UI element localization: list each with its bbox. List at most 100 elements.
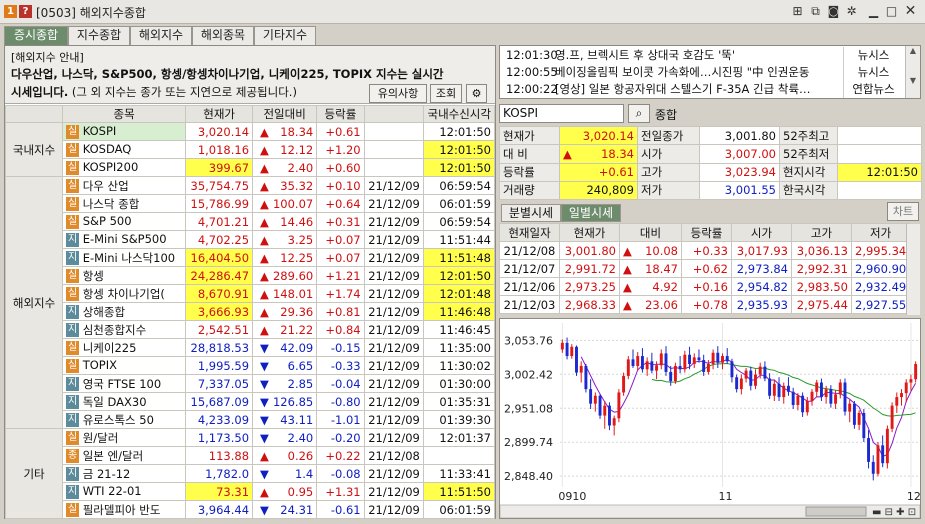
realtime-badge: 지 <box>66 377 80 391</box>
index-change: 29.36 <box>280 304 314 319</box>
index-row[interactable]: 실 니케이225 28,818.53 ▼ 42.09 -0.15 21/12/09 11:3… <box>6 338 495 357</box>
index-date: 21/12/09 <box>363 302 425 321</box>
index-change-cell: ▲ 12.12 <box>252 140 318 159</box>
link-icon[interactable]: ⊞ <box>790 4 805 19</box>
index-name-cell: 지 금 21-12 <box>62 464 187 483</box>
chart-button[interactable]: 차트 <box>887 202 919 221</box>
index-name: 나스닥 종합 <box>82 196 140 211</box>
search-icon[interactable]: ⌕ <box>628 104 650 123</box>
index-row[interactable]: 실 나스닥 종합 15,786.99 ▲ 100.07 +0.64 21/12/09 06:… <box>6 194 495 213</box>
tab-daily-quotes[interactable]: 일별시세 <box>561 204 621 222</box>
candle-body <box>626 359 630 376</box>
maximize-icon[interactable]: □ <box>884 4 899 19</box>
news-headline[interactable]: [영상] 일본 항공자위대 스텔스기 F-35A 긴급 착륙… <box>555 81 838 98</box>
change-arrow-icon: ▼ <box>260 340 269 355</box>
daily-header-rate: 등락률 <box>681 223 732 242</box>
tab-market-overview[interactable]: 증시종합 <box>4 26 68 45</box>
daily-change: 10.08 <box>645 243 678 258</box>
news-item[interactable]: 12:00:55 베이징올림픽 보이콧 가속화에…시진핑 "中 인권운동 뉴시스 <box>500 64 904 81</box>
index-row[interactable]: 지 심천종합지수 2,542.51 ▲ 21.22 +0.84 21/12/09 11:46… <box>6 320 495 339</box>
minimize-icon[interactable]: ▁ <box>866 4 881 19</box>
index-row[interactable]: 실 S&P 500 4,701.21 ▲ 14.46 +0.31 21/12/09 06:5… <box>6 212 495 231</box>
header-rate: 등락률 <box>316 105 365 123</box>
quote-label: 고가 <box>637 162 700 182</box>
index-row[interactable]: 지 상해종합 3,666.93 ▲ 29.36 +0.81 21/12/09 11:46:4… <box>6 302 495 321</box>
daily-row[interactable]: 21/12/06 2,973.25 ▲ 4.92 +0.16 2,954.82 2,983.… <box>499 277 911 296</box>
index-name-cell: 지 영국 FTSE 100 <box>62 374 187 393</box>
index-change-cell: ▼ 2.40 <box>252 428 318 447</box>
change-arrow-icon: ▲ <box>260 250 269 265</box>
index-row[interactable]: 지 영국 FTSE 100 7,337.05 ▼ 2.85 -0.04 21/12/09 0… <box>6 374 495 393</box>
index-notice: [해외지수 안내] 다우산업, 나스닥, S&P500, 항셍/항셍차이나기업,… <box>5 46 495 104</box>
index-row[interactable]: 종 일본 엔/달러 113.88 ▲ 0.26 +0.22 21/12/08 <box>6 446 495 465</box>
candle-body <box>617 392 621 419</box>
close-icon[interactable]: ✕ <box>903 4 918 19</box>
tab-minute-quotes[interactable]: 분별시세 <box>501 204 561 222</box>
index-time <box>423 446 495 465</box>
gear-icon[interactable]: ⚙ <box>466 84 487 103</box>
index-row[interactable]: 지 독일 DAX30 15,687.09 ▼ 126.85 -0.80 21/12/09 0… <box>6 392 495 411</box>
screen-number-badge[interactable]: 1 <box>4 5 17 18</box>
news-item[interactable]: 12:00:22 [영상] 일본 항공자위대 스텔스기 F-35A 긴급 착륙… 연… <box>500 81 904 98</box>
index-change: 35.32 <box>280 178 314 193</box>
index-row[interactable]: 실 KOSDAQ 1,018.16 ▲ 12.12 +1.20 12:01:50 <box>6 140 495 159</box>
quote-label: 전일종가 <box>637 125 700 146</box>
index-row[interactable]: 실 필라델피아 반도 3,964.44 ▼ 24.31 -0.61 21/12/09 06:… <box>6 500 495 519</box>
index-row[interactable]: 지 WTI 22-01 73.31 ▲ 0.95 +1.31 21/12/09 11:51:… <box>6 482 495 501</box>
index-rate: +0.61 <box>316 122 365 141</box>
daily-header: 현재일자 현재가 대비 등락률 시가 고가 저가 <box>499 223 911 242</box>
quote-label: 대 비 <box>499 144 560 164</box>
index-row[interactable]: 지 E-Mini 나스닥100 16,404.50 ▲ 12.25 +0.07 21/12… <box>6 248 495 267</box>
index-row[interactable]: 지 E-Mini S&P500 4,702.25 ▲ 3.25 +0.07 21/12/0… <box>6 230 495 249</box>
candle-body <box>730 361 734 378</box>
query-button[interactable]: 조회 <box>430 84 462 103</box>
candle-body <box>711 352 715 364</box>
news-headline[interactable]: 영.프, 브렉시트 후 상대국 호감도 '뚝' <box>555 47 838 64</box>
settings-icon[interactable]: ✲ <box>844 4 859 19</box>
tab-overseas-stocks[interactable]: 해외종목 <box>192 26 254 45</box>
index-name: 금 21-12 <box>82 466 131 481</box>
change-arrow-icon: ▲ <box>260 268 269 283</box>
caution-button[interactable]: 유의사항 <box>369 84 427 103</box>
code-input[interactable]: KOSPI <box>499 104 624 123</box>
tab-index-overview[interactable]: 지수종합 <box>68 26 130 45</box>
candle-body <box>584 365 588 390</box>
index-row[interactable]: 국내지수 실 KOSPI 3,020.14 ▲ 18.34 +0.61 12:01:50 <box>4 122 495 177</box>
realtime-badge: 지 <box>66 305 80 319</box>
index-rate: -0.04 <box>316 374 365 393</box>
index-name-cell: 지 E-Mini S&P500 <box>62 230 187 249</box>
candle-body <box>697 357 701 361</box>
index-price: 24,286.47 <box>185 266 254 285</box>
index-name-cell: 지 유로스톡스 50 <box>62 410 187 429</box>
index-change-cell: ▲ 3.25 <box>252 230 318 249</box>
index-row[interactable]: 실 TOPIX 1,995.59 ▼ 6.65 -0.33 21/12/09 11:30:0… <box>6 356 495 375</box>
index-row[interactable]: 실 KOSPI200 399.67 ▲ 2.40 +0.60 12:01:50 <box>6 158 495 177</box>
index-row[interactable]: 실 항셍 24,286.47 ▲ 289.60 +1.21 21/12/09 12:01:5… <box>6 266 495 285</box>
tab-other-index[interactable]: 기타지수 <box>254 26 316 45</box>
index-row[interactable]: 지 유로스톡스 50 4,233.09 ▼ 43.11 -1.01 21/12/09 01:… <box>6 410 495 429</box>
daily-row[interactable]: 21/12/07 2,991.72 ▲ 18.47 +0.62 2,973.84 2,992… <box>499 259 911 278</box>
index-rate: -0.08 <box>316 464 365 483</box>
help-badge[interactable]: ? <box>19 5 32 18</box>
index-row[interactable]: 기타 실 원/달러 1,173.50 ▼ 2.40 -0.20 21/12/09 12:01:… <box>4 428 495 519</box>
news-item[interactable]: 12:01:30 영.프, 브렉시트 후 상대국 호감도 '뚝' 뉴시스 <box>500 47 904 64</box>
index-row[interactable]: 지 금 21-12 1,782.0 ▼ 1.4 -0.08 21/12/09 11:33:4… <box>6 464 495 483</box>
daily-row[interactable]: 21/12/03 2,968.33 ▲ 23.06 +0.78 2,935.93 2,975… <box>499 295 911 314</box>
index-change-cell: ▲ 14.46 <box>252 212 318 231</box>
index-price: 7,337.05 <box>185 374 254 393</box>
index-date: 21/12/09 <box>363 464 425 483</box>
tab-overseas-index[interactable]: 해외지수 <box>130 26 192 45</box>
copy-icon[interactable]: ⧉ <box>808 4 823 19</box>
daily-row[interactable]: 21/12/08 3,001.80 ▲ 10.08 +0.33 3,017.93 3,036… <box>499 241 911 260</box>
daily-scrollbar[interactable] <box>906 224 920 315</box>
candle-chart[interactable]: 3,053.76 3,002.42 2,951.08 2,899.74 2,848.40… <box>499 318 921 519</box>
camera-icon[interactable]: ◙ <box>826 4 841 19</box>
candle-body <box>683 354 687 370</box>
candle-body <box>791 391 795 405</box>
daily-price: 2,991.72 <box>559 259 620 278</box>
index-row[interactable]: 실 항셍 차이나기업(8,670.91 ▲ 148.01 +1.74 21/12/09 1… <box>6 284 495 303</box>
news-headline[interactable]: 베이징올림픽 보이콧 가속화에…시진핑 "中 인권운동 <box>555 64 838 81</box>
index-row[interactable]: 해외지수 실 다우 산업 35,754.75 ▲ 35.32 +0.10 21/12/09 0… <box>4 176 495 429</box>
candle-body <box>914 364 918 380</box>
news-scrollbar[interactable]: ▲ ▼ <box>905 46 920 98</box>
